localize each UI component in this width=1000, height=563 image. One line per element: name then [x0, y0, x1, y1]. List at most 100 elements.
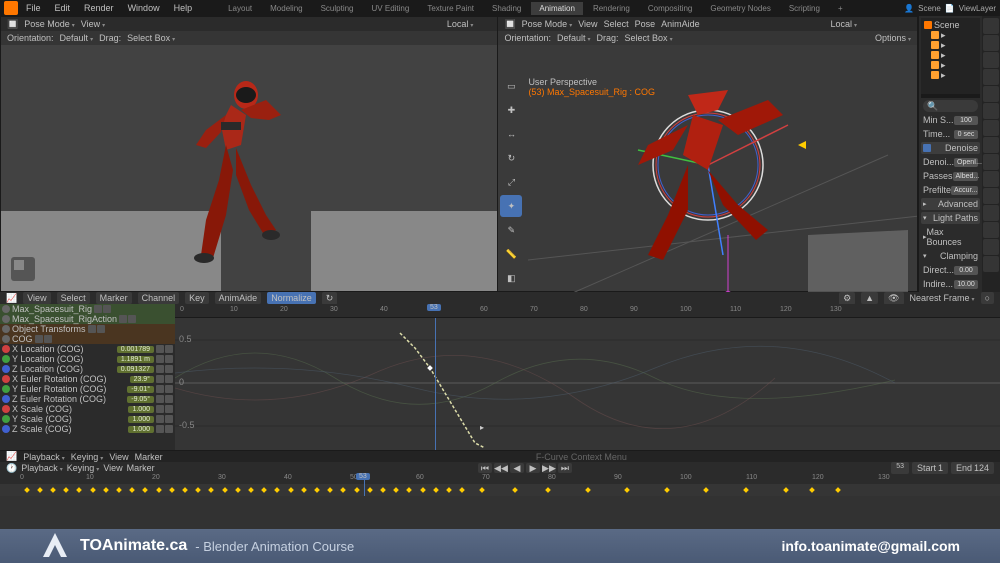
channel-row[interactable]: Y Euler Rotation (COG)-9.01° [0, 384, 175, 394]
menu-help[interactable]: Help [168, 1, 199, 15]
keyframe-diamond[interactable] [24, 487, 30, 493]
mode-dropdown[interactable]: Pose Mode [522, 19, 573, 29]
keyframe-diamond[interactable] [182, 487, 188, 493]
viewport-right[interactable]: 🔲 Pose Mode View Select Pose AnimAide Lo… [498, 16, 918, 292]
channel-row[interactable]: Y Scale (COG)1.000 [0, 414, 175, 424]
timeline[interactable]: 🕐 Playback Keying View Marker ⏮ ◀◀ ◀ ▶ ▶… [0, 462, 1000, 496]
timeline-playhead[interactable]: 53 [364, 474, 365, 496]
tab-layout[interactable]: Layout [220, 2, 260, 15]
orientation-val[interactable]: Default [557, 33, 591, 43]
channel-toggles[interactable] [156, 425, 173, 433]
channel-row[interactable]: Z Euler Rotation (COG)-9.05° [0, 394, 175, 404]
channel-toggles[interactable] [88, 325, 105, 333]
prop-tab-viewlayer-icon[interactable] [983, 52, 999, 68]
vp-view-menu[interactable]: View [578, 19, 597, 29]
viewlayer-dropdown[interactable]: ViewLayer [959, 4, 996, 13]
keyframe-diamond[interactable] [314, 487, 320, 493]
jump-start-button[interactable]: ⏮ [478, 463, 492, 473]
graph-hidden-icon[interactable]: 👁 [884, 292, 903, 305]
keyframe-diamond[interactable] [195, 487, 201, 493]
channel-toggles[interactable] [94, 305, 111, 313]
graph-animaide-menu[interactable]: AnimAide [215, 292, 262, 304]
time-limit-field[interactable]: 0 sec [954, 130, 978, 139]
channel-value[interactable]: 0.091327 [117, 366, 154, 373]
channel-toggles[interactable] [35, 335, 52, 343]
tab-scripting[interactable]: Scripting [781, 2, 828, 15]
prop-tab-render-icon[interactable] [983, 18, 999, 34]
tab-texpaint[interactable]: Texture Paint [419, 2, 482, 15]
channel-row[interactable]: Object Transforms [0, 324, 175, 334]
prop-tab-bone-icon[interactable] [983, 205, 999, 221]
playback-popover[interactable]: Playback [23, 452, 65, 462]
channel-value[interactable]: -9.05° [127, 396, 154, 403]
channel-row[interactable]: Y Location (COG)1.1891 m [0, 354, 175, 364]
keyframe-diamond[interactable] [103, 487, 109, 493]
graph-marker-menu[interactable]: Marker [96, 292, 132, 304]
keyframe-diamond[interactable] [341, 487, 347, 493]
tab-rendering[interactable]: Rendering [585, 2, 638, 15]
channel-toggles[interactable] [156, 355, 173, 363]
outliner[interactable]: Scene ▸ ▸ ▸ ▸ ▸ [921, 18, 980, 94]
keyframe-diamond[interactable] [327, 487, 333, 493]
keyframe-diamond[interactable] [585, 487, 591, 493]
tab-sculpting[interactable]: Sculpting [313, 2, 362, 15]
outliner-item[interactable]: ▸ [923, 50, 978, 60]
jump-end-button[interactable]: ⏭ [558, 463, 572, 473]
prop-tab-physics-icon[interactable] [983, 154, 999, 170]
channel-value[interactable]: 1.000 [128, 406, 154, 413]
channel-row[interactable]: Z Location (COG)0.091327 [0, 364, 175, 374]
keyframe-diamond[interactable] [704, 487, 710, 493]
tab-uv[interactable]: UV Editing [364, 2, 418, 15]
keyframe-diamond[interactable] [545, 487, 551, 493]
channel-row[interactable]: X Euler Rotation (COG)23.9° [0, 374, 175, 384]
graph-frame-ruler[interactable]: 0102030405060708090100110120130 [175, 304, 1000, 318]
keyframe-diamond[interactable] [235, 487, 241, 493]
keyframe-diamond[interactable] [783, 487, 789, 493]
end-frame-field[interactable]: End 124 [951, 462, 994, 474]
direct-clamp-field[interactable]: 0.00 [954, 266, 978, 275]
keyframe-diamond[interactable] [459, 487, 465, 493]
tab-modeling[interactable]: Modeling [262, 2, 310, 15]
advanced-panel[interactable]: ▸ Advanced [921, 198, 980, 210]
channel-toggles[interactable] [156, 345, 173, 353]
keyframe-diamond[interactable] [446, 487, 452, 493]
keyframe-diamond[interactable] [77, 487, 83, 493]
tab-animation[interactable]: Animation [531, 2, 583, 15]
timeline-ruler[interactable]: 0102030405060708090100110120130 [0, 474, 1000, 484]
play-rev-button[interactable]: ◀ [510, 463, 524, 473]
channel-value[interactable]: 23.9° [130, 376, 154, 383]
graph-only-sel-icon[interactable]: ▲ [861, 292, 878, 304]
keyframe-diamond[interactable] [143, 487, 149, 493]
editor-type-icon[interactable]: 🔲 [504, 19, 515, 30]
mode-dropdown[interactable]: Pose Mode [24, 19, 75, 29]
rotate-tool-icon[interactable]: ↻ [500, 147, 522, 169]
normalize-button[interactable]: Normalize [267, 292, 316, 304]
keyframe-diamond[interactable] [407, 487, 413, 493]
transform-tool-icon[interactable]: ✦ [500, 195, 522, 217]
graph-playhead[interactable]: 53 [435, 318, 436, 450]
scene-dropdown[interactable]: Scene [918, 4, 941, 13]
channel-value[interactable]: 0.001789 [117, 346, 154, 353]
graph-filter-icon[interactable]: ⚙ [839, 292, 855, 305]
keyframe-diamond[interactable] [367, 487, 373, 493]
channel-row[interactable]: X Scale (COG)1.000 [0, 404, 175, 414]
vp-animaide-menu[interactable]: AnimAide [661, 19, 700, 29]
timeline-keyrow[interactable]: 53 [0, 484, 1000, 496]
prop-tab-scene-icon[interactable] [983, 69, 999, 85]
lightpaths-panel[interactable]: ▾ Light Paths [921, 212, 980, 224]
menu-edit[interactable]: Edit [49, 1, 77, 15]
channel-row[interactable]: X Location (COG)0.001789 [0, 344, 175, 354]
keyframe-diamond[interactable] [37, 487, 43, 493]
tab-add[interactable]: + [830, 2, 851, 15]
scale-tool-icon[interactable]: ⤢ [500, 171, 522, 193]
keyframe-diamond[interactable] [433, 487, 439, 493]
graph-plot[interactable]: 0.5 0 -0.5 53 ▸ [175, 318, 1000, 450]
keyframe-diamond[interactable] [624, 487, 630, 493]
keyframe-diamond[interactable] [809, 487, 815, 493]
orientation-dropdown[interactable]: Local [830, 19, 857, 29]
channel-value[interactable]: 1.000 [128, 426, 154, 433]
normalize-reset-icon[interactable]: ↻ [322, 292, 338, 305]
camera-widget-icon[interactable] [9, 255, 37, 283]
graph-select-menu[interactable]: Select [57, 292, 90, 304]
tl-playback[interactable]: Playback [21, 463, 63, 473]
